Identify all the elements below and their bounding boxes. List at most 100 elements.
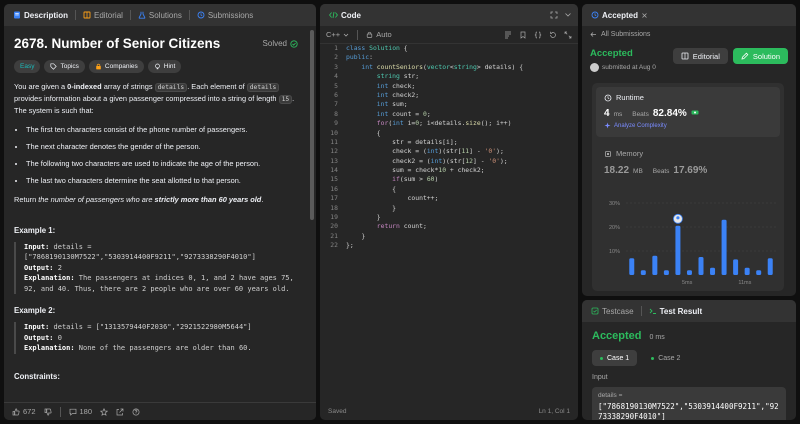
- language-select[interactable]: C++: [326, 30, 349, 39]
- code-line: 17 count++;: [330, 194, 439, 203]
- arrow-left-icon: [590, 31, 597, 38]
- topics-chip[interactable]: Topics: [44, 60, 85, 73]
- tab-test-result[interactable]: Test Result: [646, 307, 706, 316]
- check-circle-icon: [290, 39, 298, 48]
- list-item: The next character denotes the gender of…: [26, 141, 298, 152]
- list-item: The following two characters are used to…: [26, 158, 298, 169]
- comments-button[interactable]: 180: [69, 407, 92, 416]
- rules-list: The first ten characters consist of the …: [14, 124, 298, 186]
- collapse-icon[interactable]: [564, 11, 572, 19]
- example-box: Input: details = ["7868190130M7522","530…: [14, 241, 298, 295]
- code-tab-actions: [550, 11, 572, 19]
- code-toolbar: C++ Auto: [320, 26, 578, 44]
- auto-mode-toggle[interactable]: Auto: [366, 30, 392, 39]
- description-tabbar: Description Editorial Solutions Submissi…: [4, 4, 316, 26]
- return-statement: Return the number of passengers who are …: [14, 194, 264, 204]
- example-title: Example 1:: [14, 225, 56, 235]
- code-editor[interactable]: 1 class Solution { 2 public: 3 int countSe…: [320, 44, 578, 402]
- coin-icon: [691, 109, 699, 116]
- user-marker-head: [676, 216, 680, 220]
- code-line: 12 check = (int)(str[11] - '0');: [330, 147, 504, 156]
- share-button[interactable]: [116, 408, 124, 416]
- problem-title: 2678. Number of Senior Citizens: [14, 36, 221, 51]
- avatar[interactable]: [590, 63, 599, 72]
- analyze-complexity-link[interactable]: Analyze Complexity: [604, 122, 772, 129]
- help-button[interactable]: [132, 408, 140, 416]
- companies-chip[interactable]: Companies: [88, 60, 144, 73]
- code-line: 13 check2 = (int)(str[12] - '0');: [330, 156, 508, 165]
- favorite-button[interactable]: [100, 407, 109, 416]
- tab-solutions[interactable]: Solutions: [135, 11, 185, 20]
- case-tab-2[interactable]: Case 2: [643, 350, 688, 366]
- memory-section[interactable]: Memory 18.22 MB Beats 17.69%: [604, 149, 707, 176]
- code-line: 2 public:: [334, 53, 373, 62]
- code-line: 9 for(int i=0; i<details.size(); i++): [334, 119, 512, 128]
- solution-button[interactable]: Solution: [732, 48, 788, 64]
- result-accepted: Accepted: [592, 330, 642, 342]
- chart-bar: [652, 255, 658, 275]
- code-line: 22};: [330, 241, 354, 250]
- chart-bar: [629, 258, 635, 275]
- memory-unit: MB: [633, 168, 643, 175]
- code-line: 8 int count = 0;: [334, 109, 431, 118]
- inline-code: details: [154, 83, 188, 92]
- runtime-unit: ms: [613, 111, 623, 118]
- runtime-card[interactable]: Runtime 4 ms Beats 82.84% Analyze Comple…: [596, 87, 780, 137]
- tab-description[interactable]: Description: [10, 11, 71, 20]
- reset-icon[interactable]: [549, 31, 557, 39]
- notes-icon[interactable]: [504, 31, 512, 39]
- like-button[interactable]: 672: [12, 407, 36, 416]
- braces-icon[interactable]: [534, 31, 542, 39]
- thumbs-down-icon: [44, 408, 52, 416]
- sparkle-icon: [604, 122, 611, 129]
- code-line: 7 int sum;: [334, 100, 408, 109]
- editorial-button[interactable]: Editorial: [672, 48, 728, 64]
- code-line: 6 int check2;: [334, 90, 420, 99]
- bookmark-icon[interactable]: [519, 31, 527, 39]
- tab-testcase[interactable]: Testcase: [588, 307, 637, 316]
- code-line: 1 class Solution {: [334, 44, 408, 52]
- code-line: 10 {: [330, 128, 381, 137]
- tab-editorial[interactable]: Editorial: [80, 11, 126, 20]
- chart-bar: [710, 267, 716, 275]
- runtime-distribution-chart[interactable]: 30% 20% 10% 5ms 11ms: [592, 195, 784, 291]
- list-item: The first ten characters consist of the …: [26, 124, 298, 135]
- inline-code: details: [246, 83, 280, 92]
- case-tab-1[interactable]: Case 1: [592, 350, 638, 366]
- x-tick-label: 5ms: [682, 280, 693, 286]
- tab-submissions[interactable]: Submissions: [194, 11, 256, 20]
- difficulty-chip[interactable]: Easy: [14, 60, 41, 73]
- example-title: Example 2:: [14, 306, 56, 316]
- close-icon[interactable]: [641, 12, 648, 19]
- dislike-button[interactable]: [44, 408, 52, 416]
- problem-chips: Easy Topics Companies Hint: [14, 60, 298, 73]
- input-label: Input: [592, 374, 608, 381]
- all-submissions-link[interactable]: All Submissions: [582, 26, 796, 42]
- memory-beats: 17.69%: [673, 165, 708, 176]
- book-icon: [681, 52, 689, 60]
- code-line: 3 int countSeniors(vector<string> detail…: [334, 62, 524, 71]
- chart-bar: [675, 225, 681, 275]
- terminal-icon: [649, 307, 657, 315]
- code-line: 20 return count;: [330, 222, 427, 231]
- constraints-heading: Constraints:: [14, 371, 60, 381]
- y-tick-label: 30%: [609, 201, 620, 207]
- maximize-icon[interactable]: [550, 11, 558, 19]
- stats-card: Runtime 4 ms Beats 82.84% Analyze Comple…: [592, 83, 784, 291]
- memory-value: 18.22: [604, 165, 630, 176]
- fullscreen-icon[interactable]: [564, 31, 572, 39]
- y-tick-label: 20%: [609, 225, 620, 231]
- tab-code[interactable]: Code: [326, 11, 364, 20]
- tab-divider: [188, 10, 190, 20]
- code-line: 5 int check;: [334, 81, 416, 90]
- beats-label: Beats: [632, 111, 649, 118]
- description-scrollbar[interactable]: [310, 30, 314, 220]
- save-status: Saved: [328, 407, 347, 415]
- clock-icon: [604, 94, 612, 102]
- pencil-icon: [741, 52, 749, 60]
- beats-label: Beats: [652, 168, 670, 175]
- thumbs-up-icon: [12, 407, 20, 416]
- tab-accepted[interactable]: Accepted: [588, 11, 651, 20]
- hint-chip[interactable]: Hint: [147, 60, 182, 73]
- result-time: 0 ms: [649, 334, 665, 341]
